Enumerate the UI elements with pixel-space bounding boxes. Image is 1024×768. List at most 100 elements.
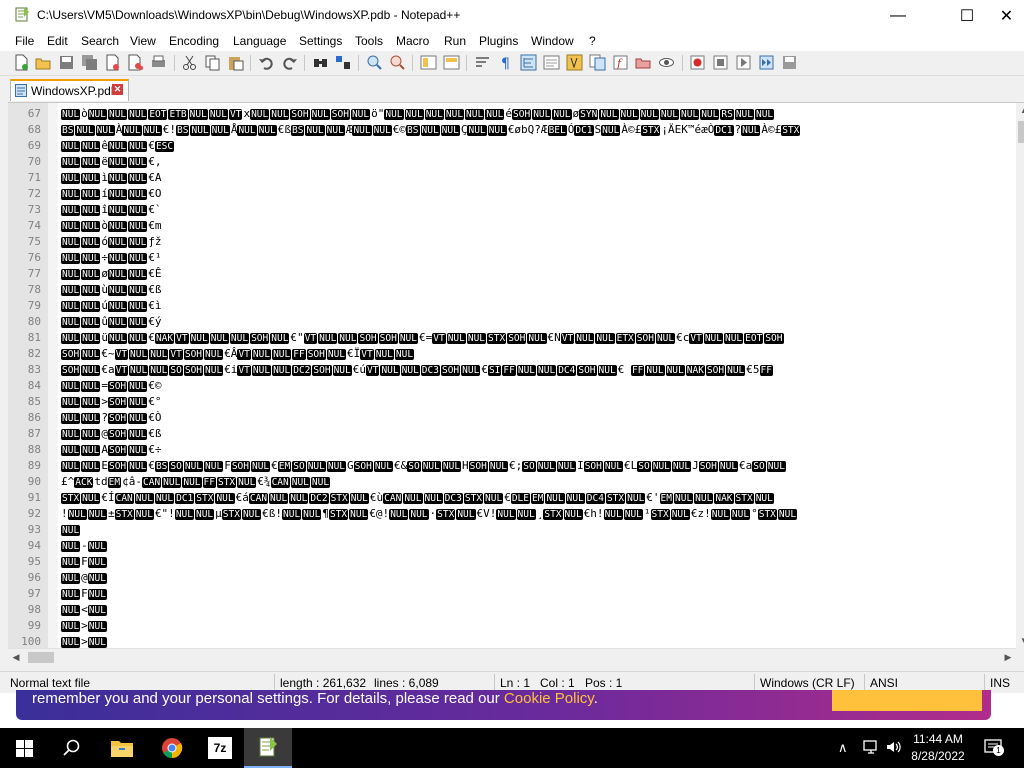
- menu-window[interactable]: Window: [531, 34, 574, 48]
- scroll-up-icon[interactable]: ▲: [1016, 103, 1024, 119]
- menu-plugins[interactable]: Plugins: [479, 34, 518, 48]
- control-char-token: NUL: [204, 461, 224, 472]
- stop-record-icon[interactable]: [712, 54, 729, 71]
- paste-icon[interactable]: [227, 54, 244, 71]
- menu-tools[interactable]: Tools: [355, 34, 383, 48]
- control-char-token: SOH: [107, 429, 128, 440]
- status-lines: lines : 6,089: [374, 676, 439, 690]
- taskbar-chrome[interactable]: [148, 728, 196, 768]
- word-wrap-icon[interactable]: [474, 54, 491, 71]
- sync-h-icon[interactable]: [443, 54, 460, 71]
- text-run: €': [646, 491, 660, 504]
- show-hidden-icons-icon[interactable]: ∧: [838, 740, 848, 756]
- zoom-in-icon[interactable]: [366, 54, 383, 71]
- network-icon[interactable]: [862, 739, 880, 755]
- clock-time: 11:44 AM: [913, 732, 963, 746]
- menu-search[interactable]: Search: [81, 34, 119, 48]
- save-icon[interactable]: [58, 54, 75, 71]
- save-macro-icon[interactable]: [781, 54, 798, 71]
- control-char-token: SO: [407, 461, 421, 472]
- func-list-icon[interactable]: [589, 54, 606, 71]
- tab-windowsxp-pdb[interactable]: WindowsXP.pdb ✕: [10, 79, 129, 101]
- horizontal-scrollbar[interactable]: ◀ ▶: [8, 648, 1016, 666]
- control-char-token: NUL: [107, 205, 128, 216]
- cookie-accept-button[interactable]: [832, 690, 982, 711]
- taskbar-clock[interactable]: 11:44 AM 8/28/2022: [905, 731, 971, 765]
- line-number: 97: [27, 587, 41, 600]
- new-file-icon[interactable]: [13, 54, 30, 71]
- open-icon[interactable]: [35, 54, 52, 71]
- text-run: €ß: [148, 427, 162, 440]
- sync-v-icon[interactable]: [420, 54, 437, 71]
- copy-icon[interactable]: [204, 54, 221, 71]
- control-char-token: NUL: [87, 637, 107, 648]
- indent-guide-icon[interactable]: [520, 54, 537, 71]
- horizontal-scroll-thumb[interactable]: [28, 652, 54, 663]
- monitor-icon[interactable]: [658, 54, 675, 71]
- taskbar-notepadpp[interactable]: [244, 728, 292, 768]
- status-insert-mode[interactable]: INS: [990, 676, 1010, 690]
- scroll-right-icon[interactable]: ▶: [1000, 649, 1016, 666]
- menu-help[interactable]: ?: [589, 34, 596, 48]
- status-eol[interactable]: Windows (CR LF): [760, 676, 855, 690]
- vertical-scrollbar[interactable]: ▲ ▼: [1016, 103, 1024, 649]
- menu-run[interactable]: Run: [444, 34, 466, 48]
- menu-encoding[interactable]: Encoding: [169, 34, 219, 48]
- search-button[interactable]: [48, 728, 96, 768]
- menu-view[interactable]: View: [130, 34, 156, 48]
- folder-icon[interactable]: [635, 54, 652, 71]
- menu-language[interactable]: Language: [233, 34, 286, 48]
- control-char-token: NUL: [128, 461, 148, 472]
- zoom-out-icon[interactable]: [389, 54, 406, 71]
- doc-map-icon[interactable]: [566, 54, 583, 71]
- menu-edit[interactable]: Edit: [47, 34, 68, 48]
- toolbar-separator: [174, 55, 175, 71]
- code-line: NUL NUL @SOH NUL €ß: [61, 426, 162, 442]
- close-file-icon[interactable]: [104, 54, 121, 71]
- replace-icon[interactable]: [335, 54, 352, 71]
- close-all-icon[interactable]: [127, 54, 144, 71]
- line-number: 69: [27, 139, 41, 152]
- save-all-icon[interactable]: [81, 54, 98, 71]
- control-char-token: ETB: [168, 109, 188, 120]
- cut-icon[interactable]: [181, 54, 198, 71]
- scroll-down-icon[interactable]: ▼: [1016, 633, 1024, 649]
- tab-close-icon[interactable]: ✕: [112, 84, 123, 95]
- undo-icon[interactable]: [258, 54, 275, 71]
- line-number: 99: [27, 619, 41, 632]
- text-run: €: [148, 459, 155, 472]
- menu-settings[interactable]: Settings: [299, 34, 342, 48]
- folder-workspace-icon[interactable]: f: [612, 54, 629, 71]
- minimize-button[interactable]: —: [875, 0, 921, 31]
- menu-macro[interactable]: Macro: [396, 34, 429, 48]
- run-macro-multi-icon[interactable]: [758, 54, 775, 71]
- text-area[interactable]: NUL òNUL NUL NUL EOT ETB NUL NUL VT xNUL NUL SOH NUL…: [61, 103, 1011, 649]
- control-char-token: NUL: [61, 253, 81, 264]
- maximize-button[interactable]: ☐: [944, 0, 990, 31]
- title-bar[interactable]: C:\Users\VM5\Downloads\WindowsXP\bin\Deb…: [0, 0, 1024, 31]
- record-macro-icon[interactable]: [689, 54, 706, 71]
- redo-icon[interactable]: [281, 54, 298, 71]
- close-window-button[interactable]: ✕: [989, 0, 1024, 31]
- control-char-token: NUL: [389, 509, 409, 520]
- taskbar-file-explorer[interactable]: [98, 728, 146, 768]
- find-icon[interactable]: [312, 54, 329, 71]
- control-char-token: NUL: [61, 381, 81, 392]
- vertical-scroll-thumb[interactable]: [1018, 121, 1024, 143]
- status-encoding[interactable]: ANSI: [870, 676, 898, 690]
- print-icon[interactable]: [150, 54, 167, 71]
- all-chars-icon[interactable]: ¶: [497, 54, 514, 71]
- menu-file[interactable]: File: [15, 34, 34, 48]
- start-button[interactable]: [0, 728, 48, 768]
- action-center-button[interactable]: 1: [984, 739, 1004, 756]
- editor-pane[interactable]: 67 68 69 70 71 72 73 74 75 76 77 78 79 80 81 82 83 84 85 86…: [8, 102, 1024, 649]
- play-macro-icon[interactable]: [735, 54, 752, 71]
- scroll-left-icon[interactable]: ◀: [8, 649, 24, 666]
- text-run: €L: [624, 459, 638, 472]
- toolbar-separator: [304, 55, 305, 71]
- taskbar-7zip[interactable]: 7z: [196, 728, 244, 768]
- lang-icon[interactable]: [543, 54, 560, 71]
- cookie-policy-link[interactable]: Cookie Policy: [504, 690, 594, 707]
- control-char-token: NUL: [665, 365, 685, 376]
- volume-icon[interactable]: [885, 739, 903, 755]
